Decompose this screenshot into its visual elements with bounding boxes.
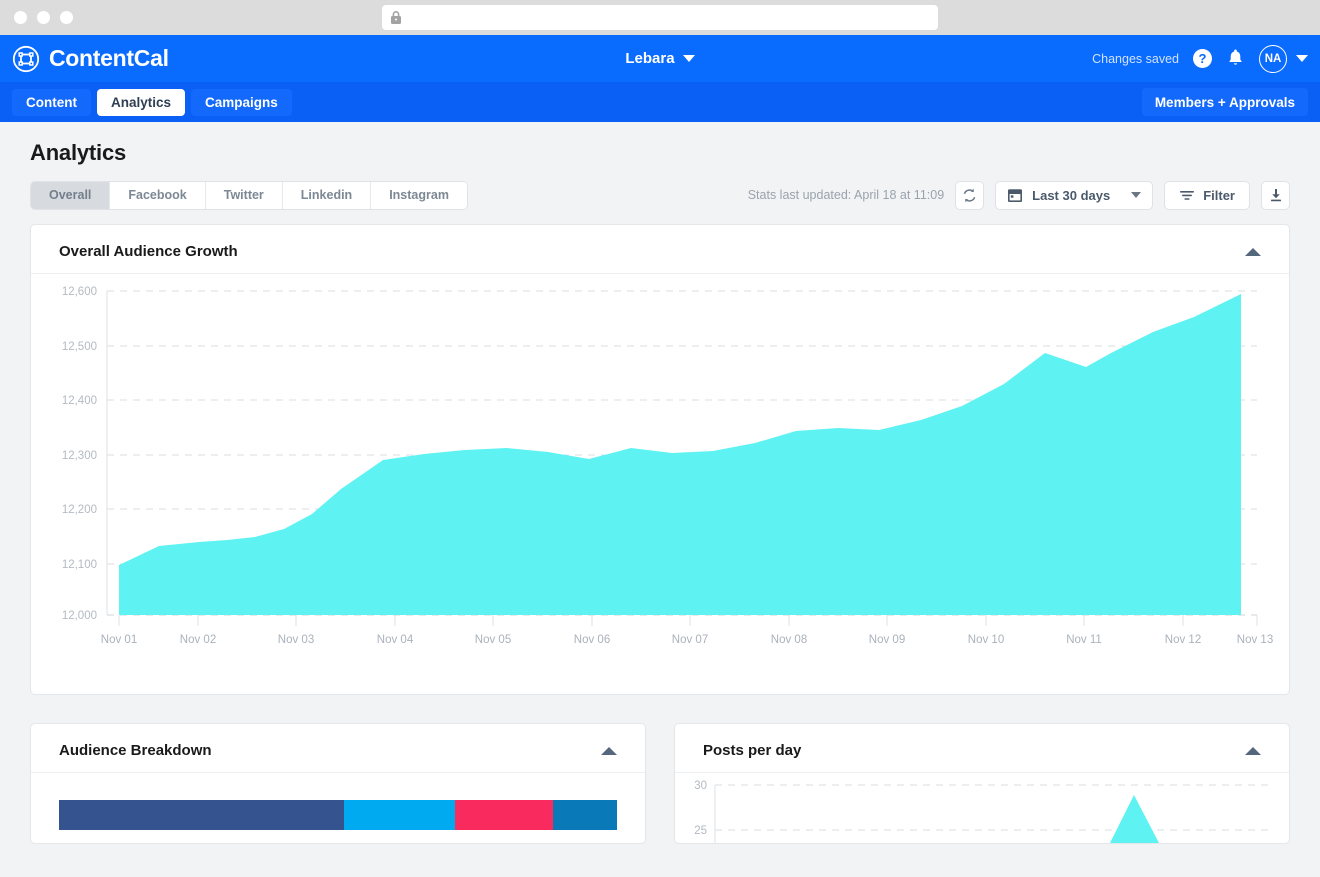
lock-icon (389, 10, 403, 25)
chevron-down-icon (683, 55, 695, 62)
card-title: Overall Audience Growth (59, 243, 238, 260)
browser-chrome (0, 0, 1320, 35)
card-header: Audience Breakdown (31, 724, 645, 773)
x-axis-labels: Nov 01 Nov 02 Nov 03 Nov 04 Nov 05 Nov 0… (101, 634, 1273, 646)
svg-text:12,400: 12,400 (62, 395, 97, 407)
breakdown-segment-linkedin[interactable] (553, 800, 617, 830)
y-axis-labels: 12,600 12,500 12,400 12,300 12,200 12,10… (62, 286, 97, 622)
posts-peak-area (1110, 795, 1159, 843)
posts-per-day-svg: 30 25 (675, 773, 1287, 843)
svg-text:12,500: 12,500 (62, 341, 97, 353)
card-posts-per-day: Posts per day 30 25 (674, 723, 1290, 844)
card-header: Posts per day (675, 724, 1289, 773)
svg-text:Nov 11: Nov 11 (1066, 634, 1102, 646)
header-actions: Changes saved ? NA (1092, 45, 1308, 73)
changes-saved-status: Changes saved (1092, 52, 1179, 66)
app-header: ContentCal Lebara Changes saved ? NA (0, 35, 1320, 82)
workspace-name: Lebara (625, 50, 674, 67)
window-traffic-lights (14, 11, 73, 24)
chevron-up-icon[interactable] (1245, 248, 1261, 256)
stats-last-updated: Stats last updated: April 18 at 11:09 (748, 188, 944, 202)
svg-text:Nov 13: Nov 13 (1237, 634, 1273, 646)
nav-tab-list: Content Analytics Campaigns (12, 89, 292, 116)
card-title: Audience Breakdown (59, 742, 212, 759)
svg-text:Nov 03: Nov 03 (278, 634, 314, 646)
audience-breakdown-bar (59, 800, 617, 830)
svg-text:Nov 05: Nov 05 (475, 634, 511, 646)
breakdown-segment-instagram[interactable] (455, 800, 553, 830)
filter-button[interactable]: Filter (1164, 181, 1250, 210)
nav-tab-content[interactable]: Content (12, 89, 91, 116)
nav-tab-analytics[interactable]: Analytics (97, 89, 185, 116)
svg-text:Nov 04: Nov 04 (377, 634, 414, 646)
bottom-cards-row: Audience Breakdown Posts per day (30, 695, 1290, 844)
svg-text:Nov 07: Nov 07 (672, 634, 708, 646)
card-title: Posts per day (703, 742, 801, 759)
calendar-icon (1007, 187, 1023, 203)
window-maximize-button[interactable] (60, 11, 73, 24)
svg-text:Nov 10: Nov 10 (968, 634, 1004, 646)
date-range-selector[interactable]: Last 30 days (995, 181, 1153, 210)
chevron-down-icon (1296, 55, 1308, 62)
browser-url-bar[interactable] (382, 5, 938, 30)
brand-name: ContentCal (49, 45, 169, 72)
svg-text:Nov 01: Nov 01 (101, 634, 137, 646)
card-audience-breakdown: Audience Breakdown (30, 723, 646, 844)
svg-text:Nov 08: Nov 08 (771, 634, 807, 646)
download-button[interactable] (1261, 181, 1290, 210)
refresh-button[interactable] (955, 181, 984, 210)
svg-text:12,100: 12,100 (62, 559, 97, 571)
refresh-icon (961, 187, 978, 204)
svg-text:Nov 09: Nov 09 (869, 634, 905, 646)
download-icon (1268, 187, 1284, 203)
chevron-up-icon[interactable] (1245, 747, 1261, 755)
chevron-up-icon[interactable] (601, 747, 617, 755)
bell-icon[interactable] (1226, 49, 1245, 69)
filter-label: Filter (1203, 188, 1235, 203)
svg-text:12,300: 12,300 (62, 450, 97, 462)
svg-text:12,600: 12,600 (62, 286, 97, 298)
user-menu[interactable]: NA (1259, 45, 1308, 73)
date-range-value: Last 30 days (1032, 188, 1110, 203)
brand-logo[interactable]: ContentCal (12, 45, 169, 73)
breakdown-segment-facebook[interactable] (59, 800, 344, 830)
members-approvals-button[interactable]: Members + Approvals (1142, 88, 1308, 116)
primary-nav: Content Analytics Campaigns Members + Ap… (0, 82, 1320, 122)
area-series-audience (119, 294, 1241, 615)
tab-twitter[interactable]: Twitter (206, 182, 283, 209)
analytics-toolbar: Overall Facebook Twitter Linkedin Instag… (30, 180, 1290, 210)
audience-growth-chart: 12,600 12,500 12,400 12,300 12,200 12,10… (31, 274, 1289, 694)
toolbar-right: Stats last updated: April 18 at 11:09 (748, 181, 1290, 210)
channel-tab-list: Overall Facebook Twitter Linkedin Instag… (30, 181, 468, 210)
breakdown-segment-twitter[interactable] (344, 800, 456, 830)
svg-text:Nov 12: Nov 12 (1165, 634, 1201, 646)
svg-text:Nov 02: Nov 02 (180, 634, 216, 646)
tab-linkedin[interactable]: Linkedin (283, 182, 371, 209)
posts-per-day-chart: 30 25 (675, 773, 1289, 843)
audience-growth-svg: 12,600 12,500 12,400 12,300 12,200 12,10… (31, 274, 1287, 694)
tab-facebook[interactable]: Facebook (110, 182, 205, 209)
window-close-button[interactable] (14, 11, 27, 24)
page-body: Analytics Overall Facebook Twitter Linke… (0, 140, 1320, 844)
nav-tab-campaigns[interactable]: Campaigns (191, 89, 292, 116)
window-minimize-button[interactable] (37, 11, 50, 24)
svg-text:30: 30 (694, 780, 707, 792)
contentcal-logo-icon (12, 45, 40, 73)
workspace-switcher[interactable]: Lebara (625, 50, 694, 67)
avatar: NA (1259, 45, 1287, 73)
svg-text:12,000: 12,000 (62, 610, 97, 622)
help-icon[interactable]: ? (1193, 49, 1212, 68)
x-axis-ticks (119, 615, 1257, 626)
svg-text:12,200: 12,200 (62, 504, 97, 516)
svg-text:Nov 06: Nov 06 (574, 634, 610, 646)
page-title: Analytics (30, 140, 1290, 166)
card-header: Overall Audience Growth (31, 225, 1289, 274)
chevron-down-icon (1131, 192, 1141, 198)
filter-icon (1179, 188, 1195, 202)
tab-overall[interactable]: Overall (31, 182, 110, 209)
tab-instagram[interactable]: Instagram (371, 182, 467, 209)
svg-text:25: 25 (694, 825, 707, 837)
card-audience-growth: Overall Audience Growth 12 (30, 224, 1290, 695)
